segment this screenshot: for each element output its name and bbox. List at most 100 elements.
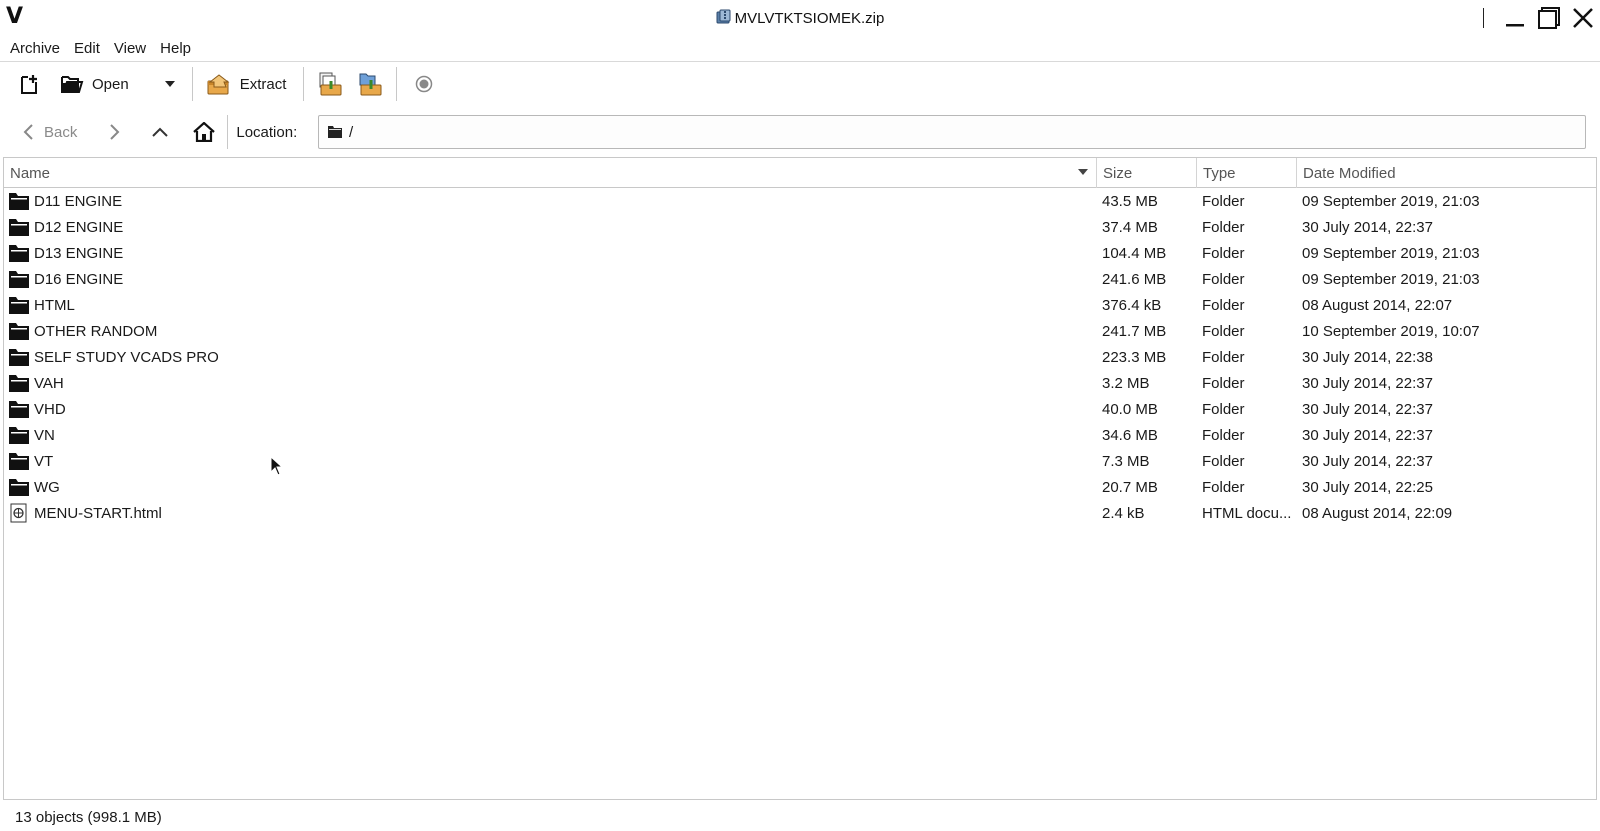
- column-header-name-label: Name: [10, 164, 51, 182]
- file-date-modified: 30 July 2014, 22:37: [1302, 400, 1433, 418]
- html-file-icon-graphic: [8, 503, 34, 523]
- file-type: Folder: [1202, 374, 1245, 392]
- column-header-date-modified[interactable]: Date Modified: [1297, 158, 1597, 188]
- folder-icon-graphic: [8, 217, 34, 237]
- window-controls: [1483, 4, 1600, 32]
- file-row[interactable]: folder-iconWG 20.7 MB Folder 30 July 2014, …: [4, 474, 1596, 500]
- open-dropdown-button[interactable]: [136, 66, 186, 102]
- file-row[interactable]: folder-iconVN 34.6 MB Folder 30 July 2014, …: [4, 422, 1596, 448]
- location-label: Location:: [236, 123, 298, 141]
- file-date-modified: 08 August 2014, 22:09: [1302, 504, 1453, 522]
- file-type: Folder: [1202, 426, 1245, 444]
- file-size: 104.4 MB: [1102, 244, 1167, 262]
- file-name-cell: folder-iconSELF STUDY VCADS PRO: [8, 344, 1088, 370]
- file-date-modified: 30 July 2014, 22:37: [1302, 426, 1433, 444]
- add-folder-button[interactable]: [350, 66, 390, 102]
- status-text: 13 objects (998.1 MB): [15, 808, 162, 826]
- file-size: 223.3 MB: [1102, 348, 1167, 366]
- file-date-modified: 30 July 2014, 22:37: [1302, 218, 1433, 236]
- menu-help[interactable]: Help: [160, 40, 191, 57]
- file-row[interactable]: folder-iconOTHER RANDOM 241.7 MB Folder 10 …: [4, 318, 1596, 344]
- file-name: OTHER RANDOM: [34, 322, 158, 340]
- file-size: 376.4 kB: [1102, 296, 1162, 314]
- file-size: 20.7 MB: [1102, 478, 1158, 496]
- new-archive-icon: [21, 75, 37, 94]
- file-name-cell: html-file-iconMENU-START.html: [8, 500, 1088, 526]
- file-row[interactable]: folder-iconSELF STUDY VCADS PRO 223.3 MB F…: [4, 344, 1596, 370]
- location-input[interactable]: /: [318, 115, 1586, 149]
- file-date-modified: 09 September 2019, 21:03: [1302, 192, 1480, 210]
- file-name: MENU-START.html: [34, 504, 162, 522]
- maximize-button[interactable]: [1532, 4, 1566, 32]
- file-name-cell: folder-iconOTHER RANDOM: [8, 318, 1088, 344]
- file-name: D12 ENGINE: [34, 218, 124, 236]
- forward-button[interactable]: [103, 115, 127, 149]
- file-name: HTML: [34, 296, 75, 314]
- column-header-name[interactable]: Name: [4, 158, 1097, 188]
- window-title: MVLVTKTSIOMEK.zip: [734, 9, 885, 27]
- up-button[interactable]: [145, 115, 175, 149]
- file-row[interactable]: folder-iconD11 ENGINE 43.5 MB Folder 09 Sep…: [4, 188, 1596, 214]
- file-list[interactable]: Name Size Type Date Modified folder-icon…: [3, 157, 1597, 800]
- toolbar-separator: [396, 67, 398, 101]
- file-size: 7.3 MB: [1102, 452, 1150, 470]
- extract-button[interactable]: Extract: [199, 66, 294, 102]
- file-name: VT: [34, 452, 54, 470]
- chevron-down-icon: [164, 81, 175, 87]
- file-name: D16 ENGINE: [34, 270, 124, 288]
- file-row[interactable]: folder-iconVHD 40.0 MB Folder 30 July 2014,…: [4, 396, 1596, 422]
- file-row[interactable]: folder-iconD16 ENGINE 241.6 MB Folder 09 Se…: [4, 266, 1596, 292]
- file-name-cell: folder-iconD13 ENGINE: [8, 240, 1088, 266]
- toolbar: Open Extract: [0, 62, 1600, 106]
- menu-archive[interactable]: Archive: [10, 40, 60, 57]
- file-name-cell: folder-iconVN: [8, 422, 1088, 448]
- file-row[interactable]: folder-iconHTML 376.4 kB Folder 08 August 2…: [4, 292, 1596, 318]
- menu-view[interactable]: View: [114, 40, 146, 57]
- folder-icon-graphic: [8, 243, 34, 263]
- folder-icon-graphic: [8, 451, 34, 471]
- back-button[interactable]: Back: [16, 115, 83, 149]
- location-separator: [227, 115, 229, 149]
- new-archive-button[interactable]: [12, 66, 48, 102]
- minimize-button[interactable]: [1498, 4, 1532, 32]
- file-type: Folder: [1202, 244, 1245, 262]
- home-button[interactable]: [187, 115, 221, 149]
- zip-archive-icon: [716, 9, 732, 29]
- file-name-cell: folder-iconVAH: [8, 370, 1088, 396]
- stop-button[interactable]: [403, 66, 440, 102]
- status-bar: 13 objects (998.1 MB): [0, 803, 1600, 831]
- file-date-modified: 09 September 2019, 21:03: [1302, 244, 1480, 262]
- menu-edit[interactable]: Edit: [74, 40, 100, 57]
- file-row[interactable]: html-file-iconMENU-START.html 2.4 kB HTML …: [4, 500, 1596, 526]
- folder-icon: [328, 126, 342, 138]
- column-header-type[interactable]: Type: [1197, 158, 1297, 188]
- file-row[interactable]: folder-iconD12 ENGINE 37.4 MB Folder 30 Jul…: [4, 214, 1596, 240]
- folder-icon-graphic: [8, 269, 34, 289]
- file-date-modified: 10 September 2019, 10:07: [1302, 322, 1480, 340]
- file-type: Folder: [1202, 322, 1245, 340]
- back-label: Back: [44, 123, 78, 141]
- chevron-right-icon: [110, 124, 120, 140]
- file-name: D11 ENGINE: [34, 192, 123, 210]
- sort-descending-icon: [1078, 169, 1088, 175]
- add-files-button[interactable]: [310, 66, 350, 102]
- file-type: Folder: [1202, 348, 1245, 366]
- file-name-cell: folder-iconVHD: [8, 396, 1088, 422]
- column-header-size[interactable]: Size: [1097, 158, 1197, 188]
- file-type: Folder: [1202, 218, 1245, 236]
- file-name-cell: folder-iconD11 ENGINE: [8, 188, 1088, 214]
- file-size: 37.4 MB: [1102, 218, 1158, 236]
- file-type: Folder: [1202, 192, 1245, 210]
- file-row[interactable]: folder-iconD13 ENGINE 104.4 MB Folder 09 Se…: [4, 240, 1596, 266]
- title-bar: V MVLVTKTSIOMEK.zip: [0, 0, 1600, 36]
- file-row[interactable]: folder-iconVAH 3.2 MB Folder 30 July 2014, …: [4, 370, 1596, 396]
- file-size: 34.6 MB: [1102, 426, 1158, 444]
- file-row[interactable]: folder-iconVT 7.3 MB Folder 30 July 2014, 2…: [4, 448, 1596, 474]
- extract-icon: [207, 74, 230, 95]
- close-button[interactable]: [1566, 4, 1600, 32]
- open-button[interactable]: Open: [48, 66, 136, 102]
- chevron-left-icon: [23, 124, 33, 140]
- file-type: Folder: [1202, 270, 1245, 288]
- file-type: Folder: [1202, 452, 1245, 470]
- minimize-icon: [1506, 24, 1524, 27]
